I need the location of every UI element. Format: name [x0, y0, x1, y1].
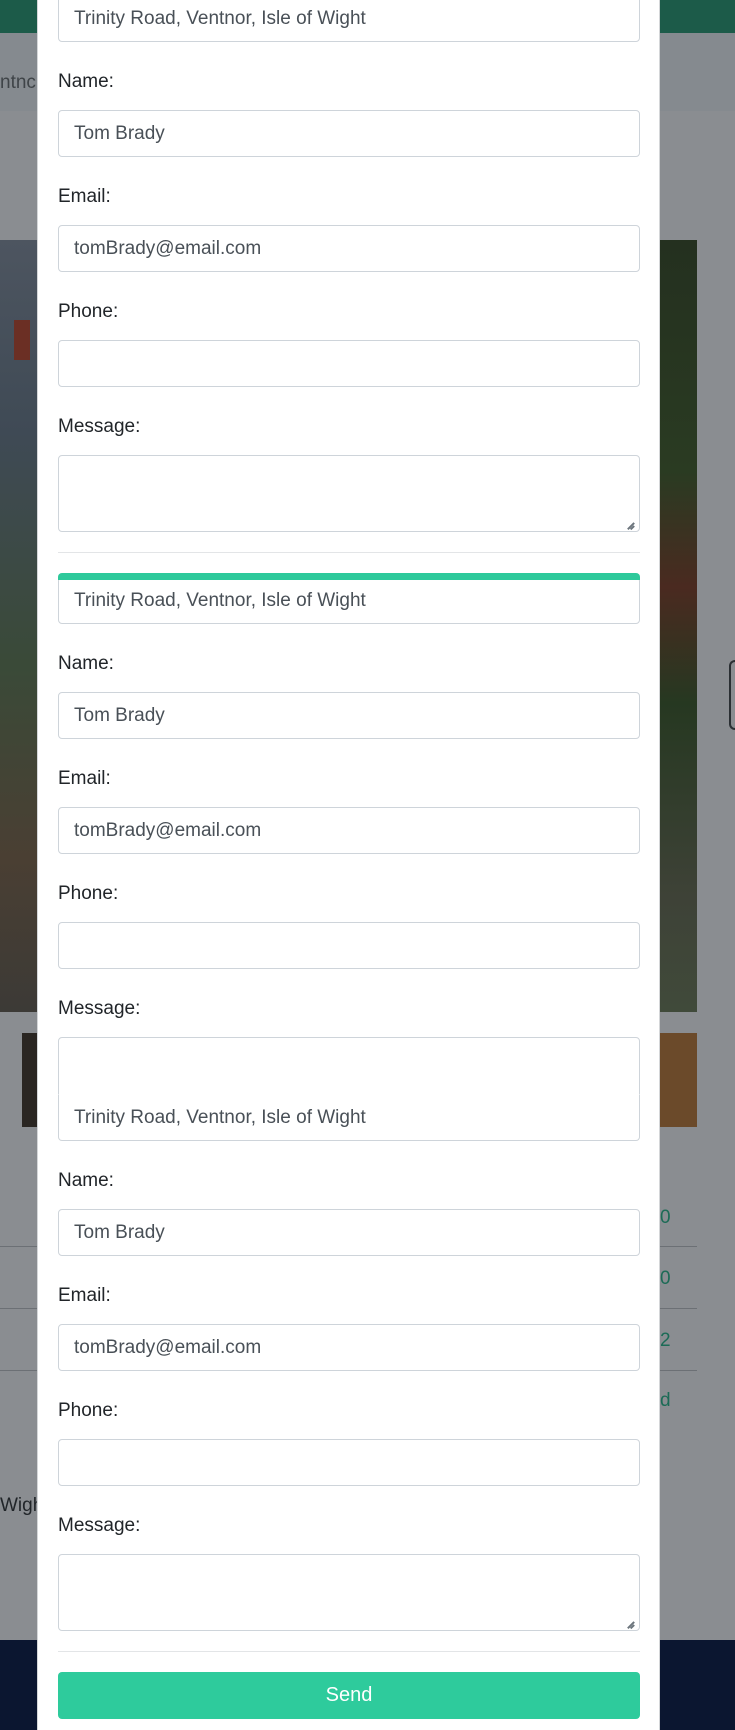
name-label: Name: — [58, 653, 114, 674]
textarea-resize-handle-icon[interactable] — [625, 517, 635, 527]
form-divider — [58, 552, 640, 553]
email-input[interactable]: tomBrady@email.com — [58, 807, 640, 854]
background-breadcrumb-text: ntnc — [0, 72, 36, 93]
message-label: Message: — [58, 416, 141, 437]
name-input[interactable]: Tom Brady — [58, 692, 640, 739]
background-row-divider — [660, 1370, 697, 1371]
message-textarea[interactable] — [58, 1554, 640, 1631]
address-field[interactable]: Trinity Road, Ventnor, Isle of Wight — [58, 1094, 640, 1141]
background-row-divider — [0, 1308, 38, 1309]
phone-input[interactable] — [58, 1439, 640, 1486]
address-field[interactable]: Trinity Road, Ventnor, Isle of Wight — [58, 0, 640, 42]
background-row-value: d — [660, 1390, 671, 1411]
background-row-value: 0 — [660, 1268, 671, 1289]
background-property-photo-left — [0, 240, 38, 1012]
name-label: Name: — [58, 71, 114, 92]
email-input[interactable]: tomBrady@email.com — [58, 225, 640, 272]
message-textarea[interactable] — [58, 455, 640, 532]
background-row-value: 2 — [660, 1330, 671, 1351]
form-divider — [58, 1651, 640, 1652]
message-label: Message: — [58, 1515, 141, 1536]
email-label: Email: — [58, 768, 111, 789]
photo-roof-detail — [14, 320, 30, 360]
phone-label: Phone: — [58, 883, 119, 904]
background-row-divider — [0, 1246, 38, 1247]
email-input[interactable]: tomBrady@email.com — [58, 1324, 640, 1371]
phone-input[interactable] — [58, 922, 640, 969]
background-row-value: 0 — [660, 1207, 671, 1228]
phone-input[interactable] — [58, 340, 640, 387]
email-label: Email: — [58, 1285, 111, 1306]
background-row-divider — [0, 1370, 38, 1371]
background-property-photo-right — [660, 240, 697, 1012]
form-accent-bar — [58, 573, 640, 580]
phone-label: Phone: — [58, 301, 119, 322]
message-label: Message: — [58, 998, 141, 1019]
enquiry-modal: Trinity Road, Ventnor, Isle of Wight Nam… — [37, 0, 660, 1730]
textarea-resize-handle-icon[interactable] — [625, 1616, 635, 1626]
background-thumbnail-right — [660, 1033, 697, 1127]
send-button[interactable]: Send — [58, 1672, 640, 1719]
background-row-divider — [660, 1308, 697, 1309]
name-input[interactable]: Tom Brady — [58, 110, 640, 157]
email-label: Email: — [58, 186, 111, 207]
background-thumbnail-left — [22, 1033, 38, 1127]
phone-label: Phone: — [58, 1400, 119, 1421]
name-label: Name: — [58, 1170, 114, 1191]
address-field[interactable]: Trinity Road, Ventnor, Isle of Wight — [58, 577, 640, 624]
background-row-divider — [660, 1246, 697, 1247]
name-input[interactable]: Tom Brady — [58, 1209, 640, 1256]
background-gallery-next-tab — [729, 660, 735, 730]
